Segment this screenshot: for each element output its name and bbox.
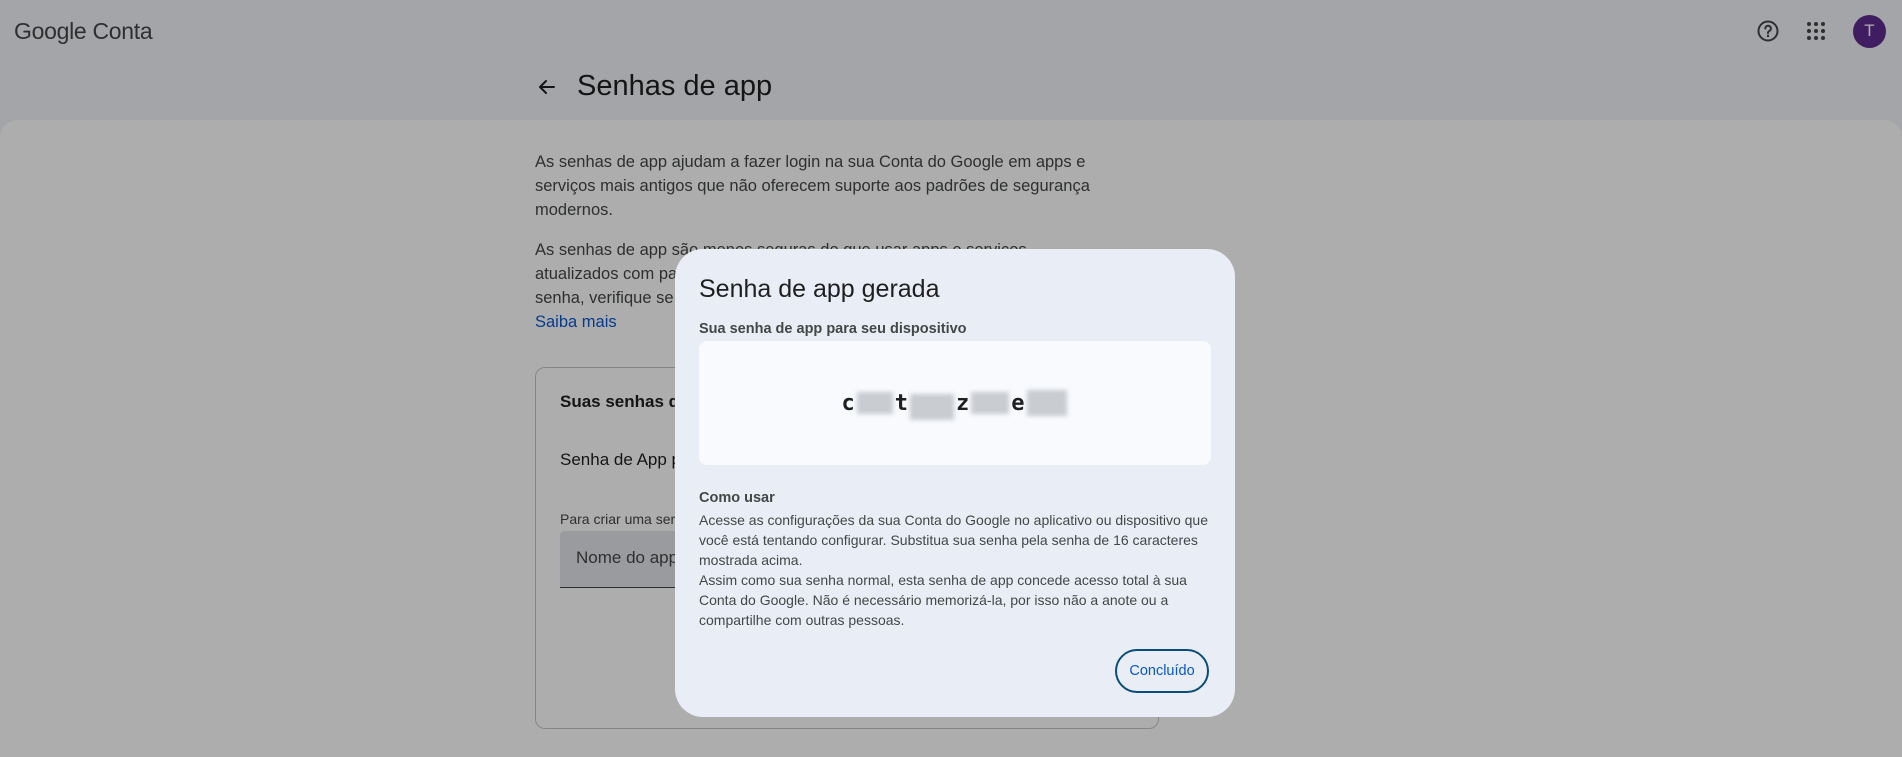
how-to-use-body: Acesse as configurações da sua Conta do … bbox=[699, 510, 1211, 630]
password-char: z bbox=[956, 390, 970, 416]
how-to-use-paragraph-2: Assim como sua senha normal, esta senha … bbox=[699, 572, 1187, 628]
redacted-segment bbox=[971, 392, 1010, 414]
password-box: c t z e bbox=[699, 341, 1211, 465]
generated-password: c t z e bbox=[842, 386, 1069, 420]
password-char: t bbox=[894, 390, 908, 416]
dialog-subtitle: Sua senha de app para seu dispositivo bbox=[699, 321, 967, 337]
generated-password-dialog: Senha de app gerada Sua senha de app par… bbox=[675, 249, 1235, 717]
how-to-use-title: Como usar bbox=[699, 490, 775, 506]
dialog-title: Senha de app gerada bbox=[699, 275, 940, 303]
password-char: e bbox=[1011, 390, 1025, 416]
redacted-segment bbox=[856, 392, 893, 414]
password-char: c bbox=[841, 390, 855, 416]
redacted-segment bbox=[910, 394, 954, 420]
how-to-use-paragraph-1: Acesse as configurações da sua Conta do … bbox=[699, 512, 1208, 568]
done-button[interactable]: Concluído bbox=[1115, 649, 1209, 693]
redacted-segment bbox=[1026, 390, 1067, 416]
